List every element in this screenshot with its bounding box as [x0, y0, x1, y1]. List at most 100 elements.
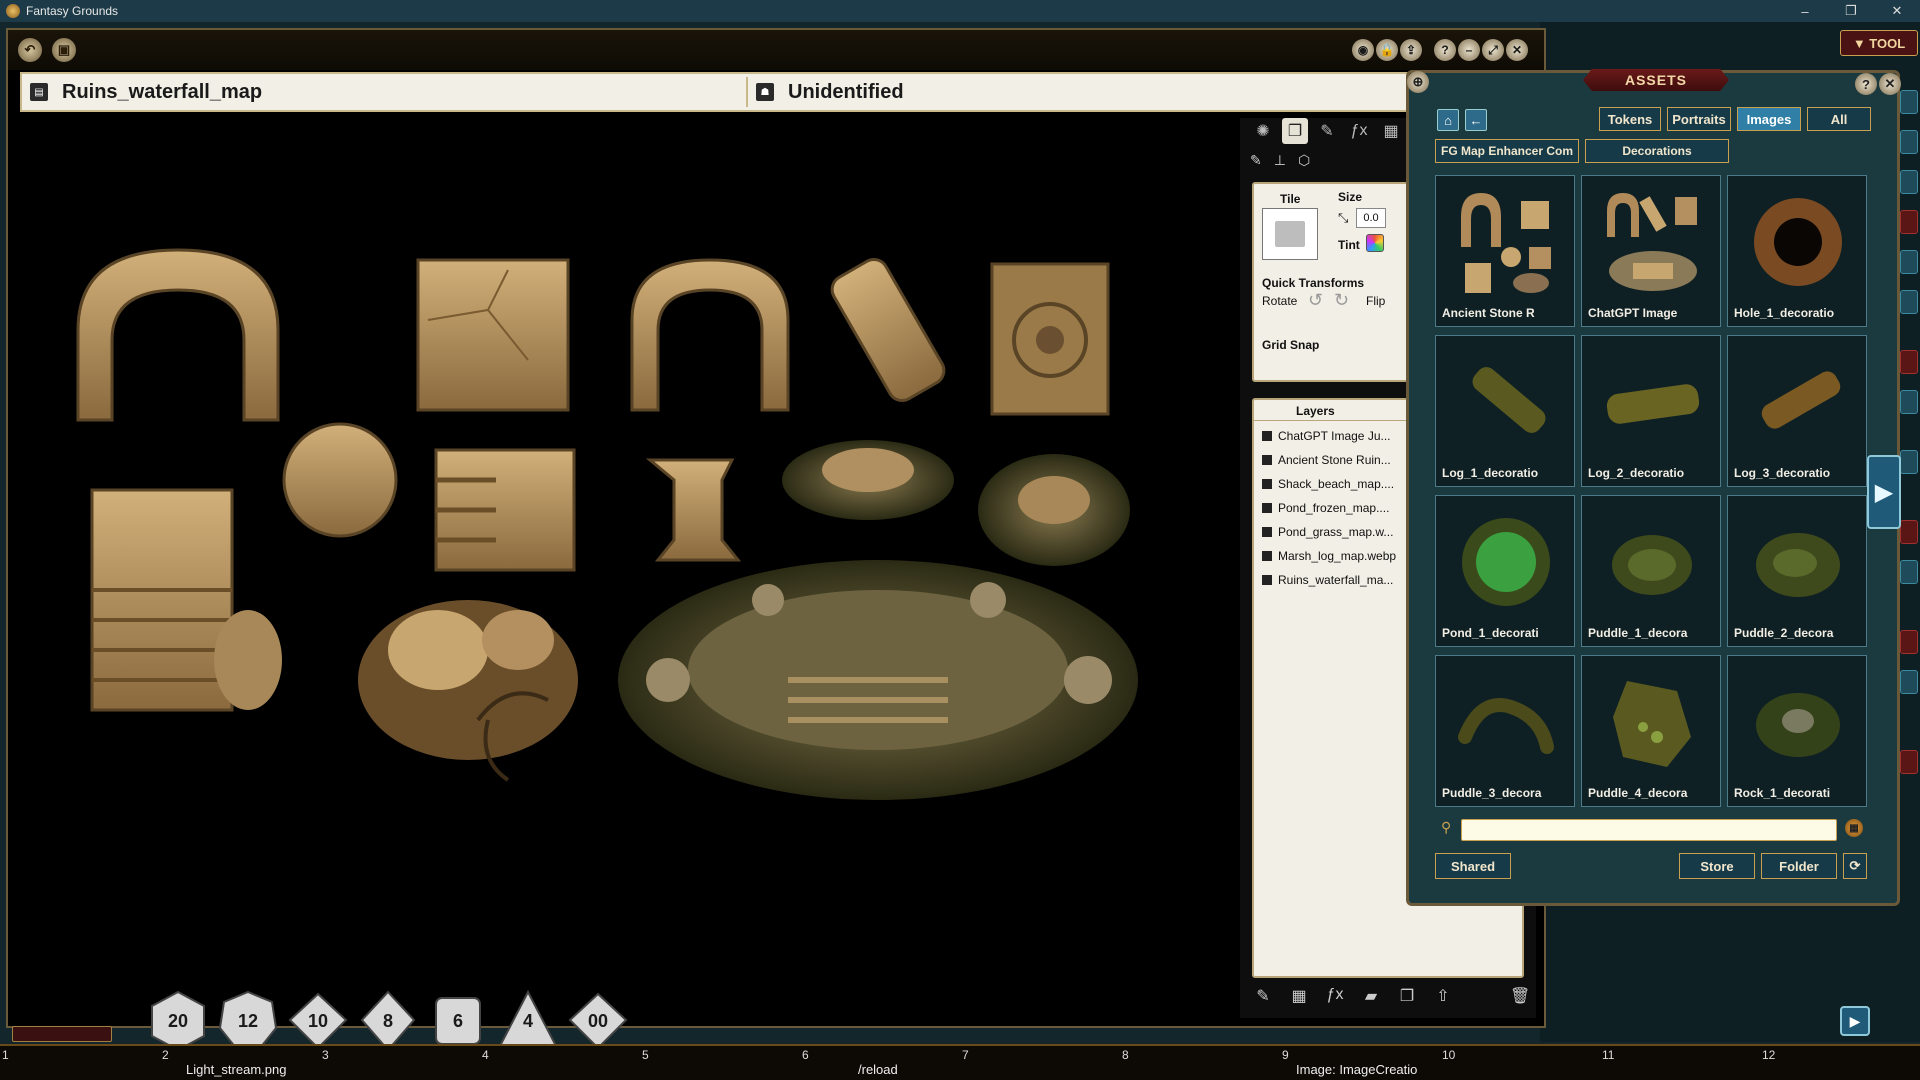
sidebar-tab[interactable] — [1900, 210, 1918, 234]
d6-die[interactable]: 6 — [428, 990, 488, 1052]
sidebar-tab[interactable] — [1900, 560, 1918, 584]
sidebar-tab[interactable] — [1900, 630, 1918, 654]
asset-tile[interactable]: Log_1_decoratio — [1435, 335, 1575, 487]
stamp-icon[interactable]: ⊥ — [1274, 152, 1286, 169]
sidebar-tab[interactable] — [1900, 250, 1918, 274]
filter-decorations[interactable]: Decorations — [1585, 139, 1729, 163]
d8-die[interactable]: 8 — [358, 990, 418, 1052]
layer-item[interactable]: Pond_grass_map.w... — [1262, 522, 1402, 542]
maximize-button[interactable]: ❐ — [1828, 0, 1874, 22]
layer-visibility-checkbox[interactable] — [1262, 527, 1272, 537]
folder-button[interactable]: Folder — [1761, 853, 1837, 879]
asset-tile[interactable]: Puddle_1_decora — [1581, 495, 1721, 647]
hotkey-slot[interactable]: 8 — [1126, 1046, 1276, 1080]
asset-tile[interactable]: Hole_1_decoratio — [1727, 175, 1867, 327]
tab-tokens[interactable]: Tokens — [1599, 107, 1661, 131]
expand-icon[interactable]: ⤢ — [1482, 39, 1504, 61]
hotkey-slot[interactable]: 7 — [966, 1046, 1116, 1080]
sidebar-tab[interactable] — [1900, 130, 1918, 154]
layer-item[interactable]: ChatGPT Image Ju... — [1262, 426, 1402, 446]
layer-visibility-checkbox[interactable] — [1262, 431, 1272, 441]
sidebar-tab[interactable] — [1900, 520, 1918, 544]
image-name-field[interactable]: Ruins_waterfall_map — [56, 77, 748, 107]
back-icon[interactable]: ↶ — [18, 38, 42, 62]
tab-paint-icon[interactable]: ✺ — [1250, 118, 1276, 144]
d10-die[interactable]: 10 — [288, 990, 348, 1052]
tab-all[interactable]: All — [1807, 107, 1871, 131]
hotkey-slot[interactable]: 11 — [1606, 1046, 1756, 1080]
export-layer-icon[interactable]: ⇧ — [1434, 986, 1452, 1006]
asset-tile[interactable]: Pond_1_decorati — [1435, 495, 1575, 647]
layer-item[interactable]: Ancient Stone Ruin... — [1262, 450, 1402, 470]
layout-icon[interactable]: ▣ — [52, 38, 76, 62]
hotkey-slot[interactable]: 4 — [486, 1046, 636, 1080]
d12-die[interactable]: 12 — [218, 990, 278, 1052]
hotkey-slot[interactable]: 10 — [1446, 1046, 1596, 1080]
play-icon[interactable]: ▶ — [1840, 1006, 1870, 1036]
sidebar-tab[interactable] — [1900, 390, 1918, 414]
store-button[interactable]: Store — [1679, 853, 1755, 879]
duplicate-layer-icon[interactable]: ❐ — [1398, 986, 1416, 1006]
shape-icon[interactable]: ⬡ — [1298, 152, 1310, 169]
asset-tile[interactable]: Puddle_2_decora — [1727, 495, 1867, 647]
layer-visibility-checkbox[interactable] — [1262, 479, 1272, 489]
asset-tile[interactable]: Ancient Stone R — [1435, 175, 1575, 327]
asset-tile[interactable]: Puddle_4_decora — [1581, 655, 1721, 807]
identity-icon[interactable]: ☗ — [756, 83, 774, 101]
sidebar-tab[interactable] — [1900, 350, 1918, 374]
tab-effects-icon[interactable]: ƒx — [1346, 118, 1372, 144]
hotkey-slot[interactable]: 5 — [646, 1046, 796, 1080]
hotkey-slot[interactable]: 6/reload — [806, 1046, 956, 1080]
map-canvas[interactable] — [8, 120, 1244, 1020]
asset-tile[interactable]: Log_3_decoratio — [1727, 335, 1867, 487]
size-input[interactable]: 0.0 — [1356, 208, 1386, 228]
close-button[interactable]: ✕ — [1874, 0, 1920, 22]
chat-tab[interactable] — [12, 1026, 112, 1042]
tab-brush-icon[interactable]: ✎ — [1314, 118, 1340, 144]
d4-die[interactable]: 4 — [498, 990, 558, 1052]
layer-item[interactable]: Marsh_log_map.webp — [1262, 546, 1402, 566]
layer-visibility-checkbox[interactable] — [1262, 455, 1272, 465]
shared-button[interactable]: Shared — [1435, 853, 1511, 879]
delete-layer-icon[interactable]: 🗑 — [1510, 986, 1528, 1006]
tile-preview[interactable] — [1262, 208, 1318, 260]
tab-images[interactable]: Images — [1737, 107, 1801, 131]
assets-help-icon[interactable]: ? — [1855, 73, 1877, 95]
minimize-button[interactable]: – — [1782, 0, 1828, 22]
home-icon[interactable]: ⌂ — [1437, 109, 1459, 131]
hotkey-slot[interactable]: 12 — [1766, 1046, 1916, 1080]
preview-icon[interactable]: ◉ — [1352, 39, 1374, 61]
asset-search-input[interactable] — [1461, 819, 1837, 841]
tab-grid-icon[interactable]: ▦ — [1378, 118, 1404, 144]
asset-tile[interactable]: Puddle_3_decora — [1435, 655, 1575, 807]
help-icon[interactable]: ? — [1434, 39, 1456, 61]
assets-link-icon[interactable]: ⊕ — [1407, 71, 1429, 93]
asset-tile[interactable]: Log_2_decoratio — [1581, 335, 1721, 487]
pencil-icon[interactable]: ✎ — [1250, 152, 1262, 169]
layer-visibility-checkbox[interactable] — [1262, 503, 1272, 513]
sidebar-tab[interactable] — [1900, 450, 1918, 474]
tab-layers-icon[interactable]: ❐ — [1282, 118, 1308, 144]
d20-die[interactable]: 20 — [148, 990, 208, 1052]
rotate-right-icon[interactable]: ↻ — [1334, 290, 1349, 311]
layer-visibility-checkbox[interactable] — [1262, 551, 1272, 561]
sidebar-tab[interactable] — [1900, 750, 1918, 774]
layer-visibility-checkbox[interactable] — [1262, 575, 1272, 585]
layer-item[interactable]: Pond_frozen_map.... — [1262, 498, 1402, 518]
tab-portraits[interactable]: Portraits — [1667, 107, 1731, 131]
new-effect-layer-icon[interactable]: ƒx — [1326, 986, 1344, 1006]
back-arrow-icon[interactable]: ← — [1465, 109, 1487, 131]
next-page-arrow-icon[interactable]: ▶ — [1867, 455, 1901, 529]
close-window-icon[interactable]: ✕ — [1506, 39, 1528, 61]
asset-tile[interactable]: ChatGPT Image — [1581, 175, 1721, 327]
asset-tile[interactable]: Rock_1_decorati — [1727, 655, 1867, 807]
tool-button[interactable]: ▼ TOOL — [1840, 30, 1918, 56]
hotkey-slot[interactable]: 9Image: ImageCreatio — [1286, 1046, 1436, 1080]
search-options-icon[interactable]: ▦ — [1845, 819, 1863, 837]
sidebar-tab[interactable] — [1900, 170, 1918, 194]
layer-item[interactable]: Shack_beach_map.... — [1262, 474, 1402, 494]
refresh-icon[interactable]: ⟳ — [1843, 853, 1867, 879]
sidebar-tab[interactable] — [1900, 670, 1918, 694]
sidebar-tab[interactable] — [1900, 90, 1918, 114]
new-paint-layer-icon[interactable]: ✎ — [1254, 986, 1272, 1006]
